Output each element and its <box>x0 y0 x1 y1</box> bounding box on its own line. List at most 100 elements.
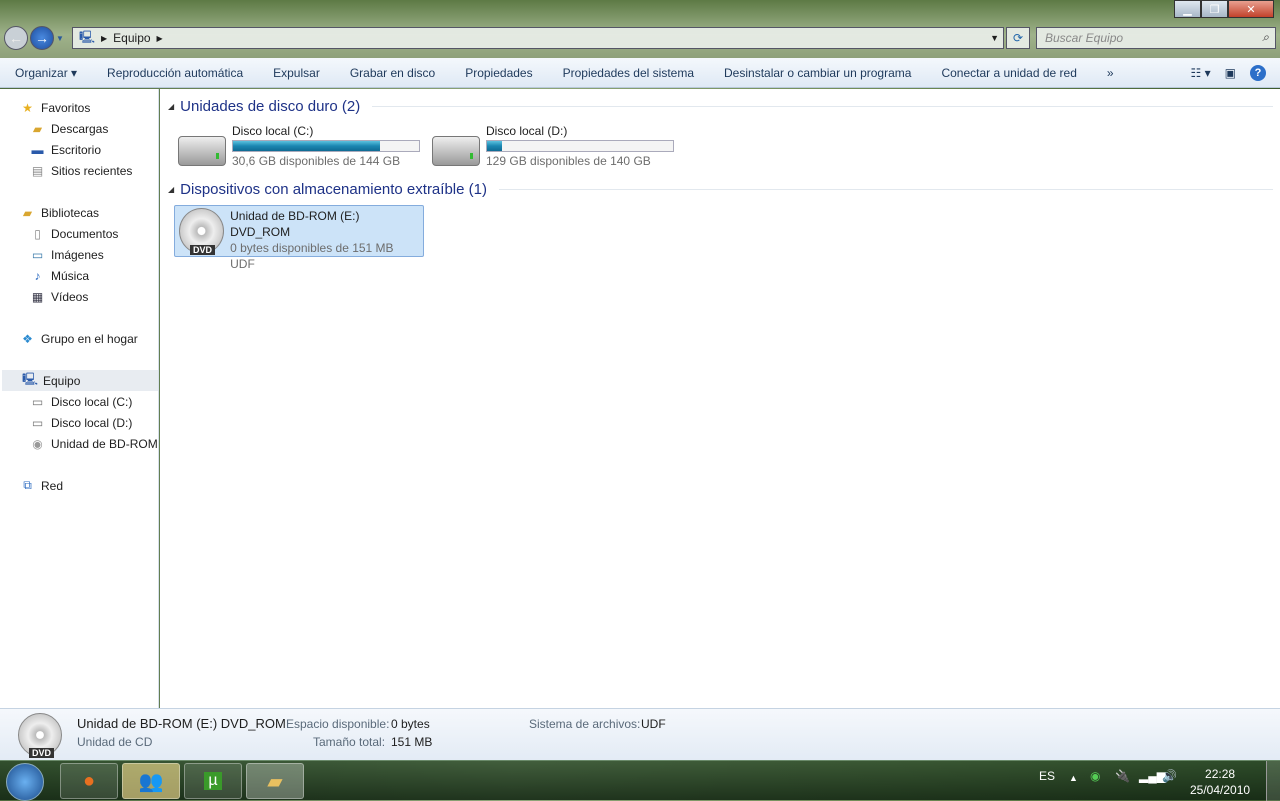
sidebar-item-desktop[interactable]: ▬ Escritorio <box>0 139 158 160</box>
group-header-hdd[interactable]: ◢ Unidades de disco duro (2) <box>168 98 1273 115</box>
collapse-icon[interactable]: ◢ <box>168 185 174 194</box>
label: Sitios recientes <box>51 163 133 178</box>
drive-c[interactable]: Disco local (C:) 30,6 GB disponibles de … <box>178 124 420 168</box>
total-size-label: Tamaño total: <box>313 735 386 749</box>
label: Documentos <box>51 226 119 241</box>
firefox-icon: ● <box>82 769 96 792</box>
drive-name: Unidad de BD-ROM (E:) DVD_ROM <box>230 209 360 239</box>
sidebar-computer[interactable]: 🖳 Equipo <box>2 370 158 391</box>
disc-icon: ◉ <box>32 436 43 451</box>
messenger-icon: 👥 <box>138 770 164 793</box>
sidebar-item-music[interactable]: ♪ Música <box>0 265 158 286</box>
label: Unidad de BD-ROM <box>51 436 158 451</box>
desktop-icon: ▬ <box>31 142 44 157</box>
chevron-right-icon[interactable]: ▶ <box>157 34 163 43</box>
search-input[interactable]: Buscar Equipo ⌕ <box>1036 27 1276 49</box>
burn-button[interactable]: Grabar en disco <box>335 66 450 80</box>
refresh-button[interactable]: ⟳ <box>1006 27 1030 49</box>
drive-name: Disco local (C:) <box>232 124 314 138</box>
uninstall-button[interactable]: Desinstalar o cambiar un programa <box>709 66 926 80</box>
show-desktop-button[interactable] <box>1266 761 1280 801</box>
folder-download-icon: ▰ <box>32 121 43 136</box>
view-options-icon[interactable]: ☷ ▾ <box>1191 66 1211 80</box>
date: 25/04/2010 <box>1190 783 1251 797</box>
chevron-right-icon[interactable]: ▶ <box>101 34 107 43</box>
filesystem-value: UDF <box>641 717 666 731</box>
filesystem-label: Sistema de archivos: <box>529 717 641 731</box>
star-icon: ★ <box>22 100 33 115</box>
autoplay-button[interactable]: Reproducción automática <box>92 66 258 80</box>
recent-places-icon: ▤ <box>31 163 44 178</box>
utorrent-icon: µ <box>204 772 222 790</box>
video-icon: ▦ <box>31 289 44 304</box>
volume-icon[interactable]: 🔊 <box>1162 769 1177 783</box>
map-network-drive-button[interactable]: Conectar a unidad de red <box>926 66 1091 80</box>
preview-pane-icon[interactable]: ▣ <box>1225 66 1236 80</box>
label: Favoritos <box>41 100 91 115</box>
collapse-icon[interactable]: ◢ <box>168 102 174 111</box>
network-icon: ⧉ <box>23 478 32 492</box>
group-header-removable[interactable]: ◢ Dispositivos con almacenamiento extraíb… <box>168 181 1273 198</box>
sidebar-network[interactable]: ⧉ Red <box>0 475 158 496</box>
tray-app-icon[interactable]: ◉ <box>1090 769 1100 783</box>
sidebar-item-bdrom[interactable]: ◉ Unidad de BD-ROM <box>0 433 158 454</box>
content-pane: ◢ Unidades de disco duro (2) Disco local … <box>160 89 1280 708</box>
recent-pages-dropdown[interactable]: ▼ <box>56 34 64 43</box>
help-icon[interactable]: ? <box>1250 64 1266 81</box>
explorer-taskbar-button[interactable]: ▰ <box>246 763 304 799</box>
drive-e-bdrom[interactable]: DVD Unidad de BD-ROM (E:) DVD_ROM 0 byte… <box>174 205 424 271</box>
eject-button[interactable]: Expulsar <box>258 66 335 80</box>
music-icon: ♪ <box>34 268 41 283</box>
group-title: Unidades de disco duro (2) <box>180 98 361 115</box>
drive-info: 30,6 GB disponibles de 144 GB <box>232 154 401 168</box>
maximize-button[interactable]: ❐ <box>1201 0 1228 18</box>
organize-button[interactable]: Organizar ▾ <box>0 66 92 80</box>
drive-info: 129 GB disponibles de 140 GB <box>486 154 651 168</box>
minimize-button[interactable]: ▁ <box>1174 0 1201 18</box>
sidebar-item-videos[interactable]: ▦ Vídeos <box>0 286 158 307</box>
drive-d[interactable]: Disco local (D:) 129 GB disponibles de 1… <box>432 124 674 168</box>
sidebar-homegroup[interactable]: ❖ Grupo en el hogar <box>0 328 158 349</box>
clock[interactable]: 22:28 25/04/2010 <box>1190 766 1250 798</box>
back-button[interactable]: ← <box>4 26 28 50</box>
sidebar-libraries[interactable]: ▰ Bibliotecas <box>0 202 158 223</box>
messenger-taskbar-button[interactable]: 👥 <box>122 763 180 799</box>
close-button[interactable]: ✕ <box>1228 0 1274 18</box>
address-dropdown[interactable]: ▼ <box>990 33 1003 43</box>
breadcrumb-equipo[interactable]: Equipo <box>113 31 150 45</box>
sidebar-item-downloads[interactable]: ▰ Descargas <box>0 118 158 139</box>
sidebar-item-drive-d[interactable]: ▭ Disco local (D:) <box>0 412 158 433</box>
hard-drive-icon: ▭ <box>31 415 44 430</box>
language-indicator[interactable]: ES <box>1039 769 1055 783</box>
power-icon[interactable]: 🔌 <box>1115 769 1130 783</box>
sidebar-item-pictures[interactable]: ▭ Imágenes <box>0 244 158 265</box>
address-bar[interactable]: 🖳 ▶ Equipo ▶ ▼ <box>72 27 1004 49</box>
system-properties-button[interactable]: Propiedades del sistema <box>548 66 709 80</box>
label: Bibliotecas <box>41 205 100 220</box>
label: Disco local (C:) <box>51 394 133 409</box>
details-type: Unidad de CD <box>77 735 153 749</box>
group-title: Dispositivos con almacenamiento extraíbl… <box>180 181 487 198</box>
sidebar-favorites[interactable]: ★ Favoritos <box>0 97 158 118</box>
properties-button[interactable]: Propiedades <box>450 66 547 80</box>
search-icon: ⌕ <box>1262 30 1269 44</box>
start-button[interactable] <box>6 763 44 801</box>
sidebar-item-documents[interactable]: ▯ Documentos <box>0 223 158 244</box>
free-space-label: Espacio disponible: <box>286 717 390 731</box>
drive-fs: UDF <box>230 257 255 271</box>
forward-button[interactable]: → <box>30 26 54 50</box>
details-name: Unidad de BD-ROM (E:) DVD_ROM <box>77 716 286 731</box>
hard-drive-icon <box>432 136 480 166</box>
folder-icon: ▰ <box>267 770 283 793</box>
label: Grupo en el hogar <box>41 331 138 346</box>
firefox-taskbar-button[interactable]: ● <box>60 763 118 799</box>
more-button[interactable]: » <box>1092 66 1129 80</box>
utorrent-taskbar-button[interactable]: µ <box>184 763 242 799</box>
free-space-value: 0 bytes <box>391 717 430 731</box>
drive-info: 0 bytes disponibles de 151 MB <box>230 241 394 255</box>
sidebar-item-drive-c[interactable]: ▭ Disco local (C:) <box>0 391 158 412</box>
show-hidden-icons-button[interactable]: ▲ <box>1069 773 1078 783</box>
documents-icon: ▯ <box>34 226 41 241</box>
sidebar-item-recent[interactable]: ▤ Sitios recientes <box>0 160 158 181</box>
search-placeholder: Buscar Equipo <box>1045 31 1124 45</box>
